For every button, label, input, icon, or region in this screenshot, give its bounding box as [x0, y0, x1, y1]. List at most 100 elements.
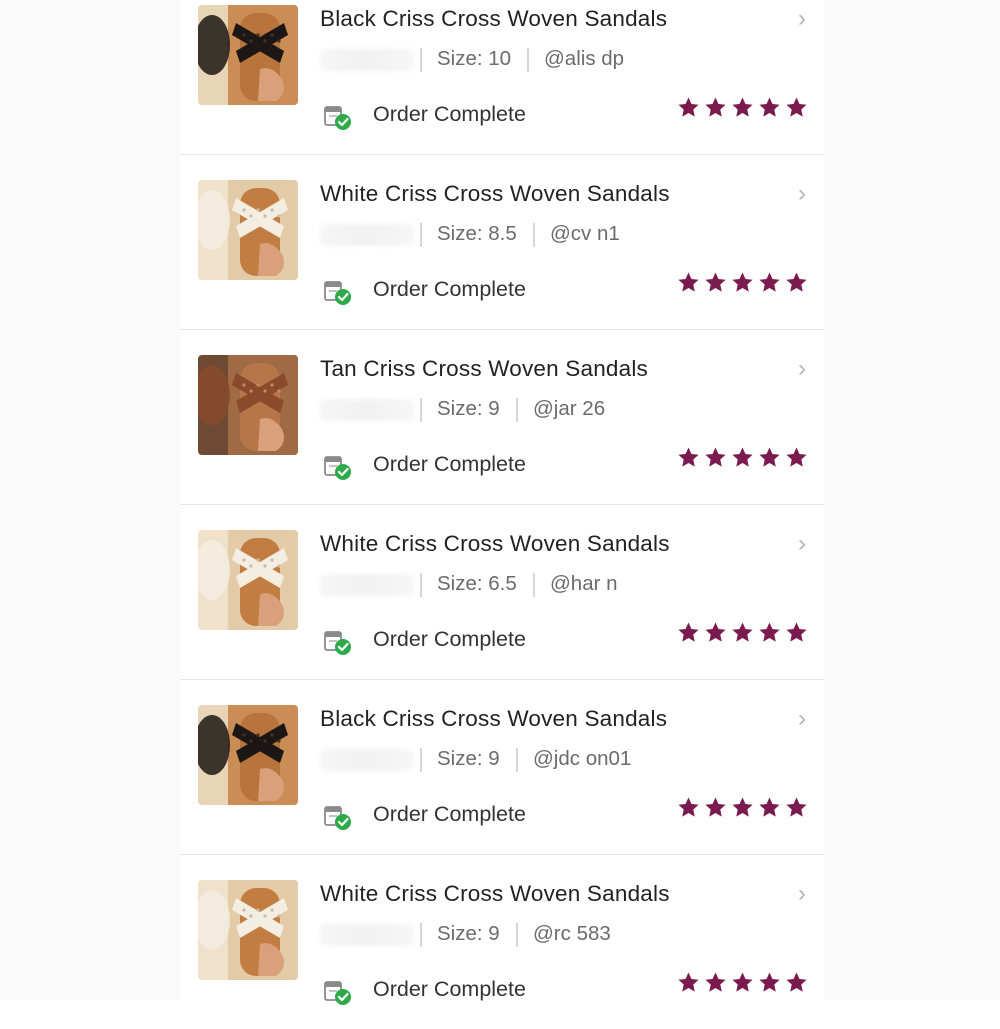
star-icon — [678, 447, 699, 467]
order-complete-icon — [322, 453, 354, 481]
meta-divider — [533, 573, 535, 597]
order-meta: Size: 6.5 @har n — [320, 572, 750, 598]
buyer-username: @cv n1 — [550, 222, 620, 245]
star-icon — [759, 97, 780, 117]
product-thumbnail[interactable] — [198, 180, 298, 280]
buyer-username: @jdc on01 — [533, 747, 632, 770]
star-icon — [786, 272, 807, 292]
order-status: Order Complete — [373, 277, 526, 301]
chevron-right-icon[interactable]: › — [798, 7, 806, 31]
product-thumbnail[interactable] — [198, 5, 298, 105]
star-icon — [705, 797, 726, 817]
meta-divider — [516, 923, 518, 947]
star-icon — [732, 447, 753, 467]
order-row[interactable]: White Criss Cross Woven Sandals › Size: 8.… — [180, 155, 824, 330]
order-row[interactable]: White Criss Cross Woven Sandals › Size: 6.… — [180, 505, 824, 680]
size-label: Size: 9 — [437, 397, 500, 420]
star-icon — [678, 272, 699, 292]
star-icon — [678, 972, 699, 992]
product-thumbnail[interactable] — [198, 530, 298, 630]
order-list: Black Criss Cross Woven Sandals › Size: 10… — [180, 0, 824, 1029]
meta-divider — [420, 48, 422, 72]
buyer-username: @jar 26 — [533, 397, 606, 420]
buyer-username: @har n — [550, 572, 618, 595]
star-icon — [759, 972, 780, 992]
star-rating — [677, 446, 808, 469]
star-icon — [732, 797, 753, 817]
star-rating — [677, 796, 808, 819]
star-rating — [677, 271, 808, 294]
meta-divider — [516, 398, 518, 422]
order-meta: Size: 9 @jdc on01 — [320, 747, 750, 773]
order-complete-icon — [322, 103, 354, 131]
order-complete-icon — [322, 978, 354, 1006]
order-row[interactable]: White Criss Cross Woven Sandals › Size: 9 @… — [180, 855, 824, 1029]
star-icon — [759, 797, 780, 817]
buyer-username: @alis dp — [544, 47, 625, 70]
meta-divider — [420, 573, 422, 597]
order-complete-icon — [322, 628, 354, 656]
star-icon — [732, 272, 753, 292]
meta-divider — [533, 223, 535, 247]
meta-divider — [420, 398, 422, 422]
chevron-right-icon[interactable]: › — [798, 532, 806, 556]
order-status: Order Complete — [373, 977, 526, 1001]
product-title[interactable]: Tan Criss Cross Woven Sandals — [320, 356, 648, 382]
meta-divider — [420, 748, 422, 772]
product-thumbnail[interactable] — [198, 880, 298, 980]
product-title[interactable]: White Criss Cross Woven Sandals — [320, 881, 670, 907]
redacted-text — [320, 574, 415, 596]
meta-divider — [516, 748, 518, 772]
product-title[interactable]: White Criss Cross Woven Sandals — [320, 181, 670, 207]
order-meta: Size: 8.5 @cv n1 — [320, 222, 750, 248]
star-rating — [677, 971, 808, 994]
redacted-text — [320, 224, 415, 246]
size-label: Size: 10 — [437, 47, 512, 70]
meta-divider — [420, 923, 422, 947]
star-icon — [705, 97, 726, 117]
star-icon — [732, 972, 753, 992]
chevron-right-icon[interactable]: › — [798, 707, 806, 731]
order-row[interactable]: Black Criss Cross Woven Sandals › Size: 10… — [180, 0, 824, 155]
order-meta: Size: 10 @alis dp — [320, 47, 750, 73]
order-status: Order Complete — [373, 102, 526, 126]
product-title[interactable]: Black Criss Cross Woven Sandals — [320, 706, 667, 732]
size-label: Size: 6.5 — [437, 572, 517, 595]
product-thumbnail[interactable] — [198, 705, 298, 805]
chevron-right-icon[interactable]: › — [798, 357, 806, 381]
redacted-text — [320, 924, 415, 946]
star-icon — [786, 622, 807, 642]
size-label: Size: 9 — [437, 747, 500, 770]
product-thumbnail[interactable] — [198, 355, 298, 455]
star-rating — [677, 96, 808, 119]
star-icon — [786, 972, 807, 992]
order-row[interactable]: Black Criss Cross Woven Sandals › Size: 9 @… — [180, 680, 824, 855]
order-status: Order Complete — [373, 802, 526, 826]
order-meta: Size: 9 @rc 583 — [320, 922, 750, 948]
star-icon — [678, 622, 699, 642]
order-status: Order Complete — [373, 627, 526, 651]
order-complete-icon — [322, 803, 354, 831]
order-complete-icon — [322, 278, 354, 306]
star-icon — [705, 622, 726, 642]
order-row[interactable]: Tan Criss Cross Woven Sandals › Size: 9 @ja… — [180, 330, 824, 505]
star-icon — [732, 622, 753, 642]
redacted-text — [320, 399, 415, 421]
star-icon — [759, 272, 780, 292]
star-icon — [786, 447, 807, 467]
star-icon — [732, 97, 753, 117]
star-icon — [786, 797, 807, 817]
star-icon — [786, 97, 807, 117]
order-status: Order Complete — [373, 452, 526, 476]
meta-divider — [420, 223, 422, 247]
product-title[interactable]: White Criss Cross Woven Sandals — [320, 531, 670, 557]
chevron-right-icon[interactable]: › — [798, 882, 806, 906]
product-title[interactable]: Black Criss Cross Woven Sandals — [320, 6, 667, 32]
size-label: Size: 9 — [437, 922, 500, 945]
star-icon — [705, 972, 726, 992]
star-icon — [759, 447, 780, 467]
star-icon — [705, 272, 726, 292]
chevron-right-icon[interactable]: › — [798, 182, 806, 206]
star-rating — [677, 621, 808, 644]
star-icon — [678, 97, 699, 117]
